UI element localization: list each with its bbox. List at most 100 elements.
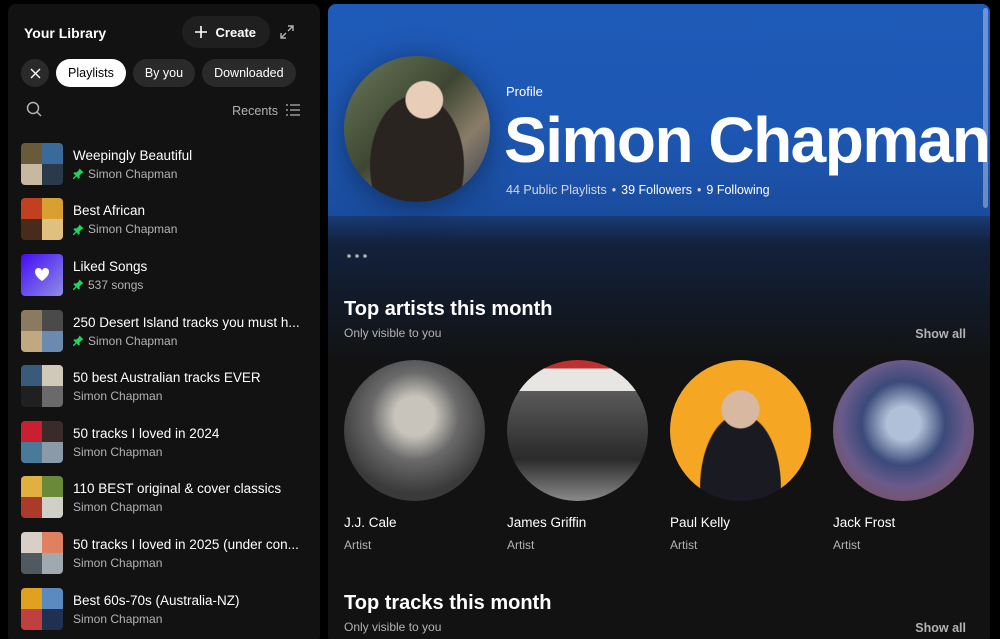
- artist-card[interactable]: Jack Frost Artist: [833, 360, 974, 552]
- library-item-subtitle-row: Simon Chapman: [73, 222, 309, 236]
- library-item[interactable]: Weepingly Beautiful Simon Chapman: [21, 136, 312, 192]
- sort-button[interactable]: Recents: [232, 103, 300, 119]
- library-item-subtitle: 537 songs: [88, 277, 144, 292]
- artist-type: Artist: [344, 538, 372, 552]
- library-item[interactable]: Liked Songs 537 songs: [21, 247, 312, 303]
- following-link[interactable]: 9 Following: [706, 183, 769, 197]
- list-icon: [286, 103, 300, 119]
- library-item-text: Best African Simon Chapman: [73, 202, 309, 236]
- profile-type-label: Profile: [506, 84, 543, 99]
- pin-icon: [73, 224, 84, 235]
- artist-type: Artist: [507, 538, 535, 552]
- library-item-subtitle: Simon Chapman: [88, 166, 178, 181]
- library-item[interactable]: 110 BEST original & cover classics Simon …: [21, 470, 312, 526]
- top-artists-show-all[interactable]: Show all: [915, 327, 966, 341]
- artist-name[interactable]: Jack Frost: [833, 515, 974, 530]
- library-item-title: 50 best Australian tracks EVER: [73, 370, 261, 386]
- profile-name[interactable]: Simon Chapman: [504, 102, 990, 178]
- top-tracks-show-all[interactable]: Show all: [915, 621, 966, 635]
- filter-chips: Playlists By you Downloaded: [21, 59, 296, 87]
- library-item-subtitle-row: Simon Chapman: [73, 500, 309, 514]
- stats-separator: •: [697, 183, 702, 197]
- heart-icon: [34, 268, 50, 282]
- library-item-subtitle-row: Simon Chapman: [73, 445, 309, 459]
- library-item[interactable]: 50 best Australian tracks EVER Simon Chap…: [21, 358, 312, 414]
- more-options-icon[interactable]: [346, 248, 368, 259]
- library-item-subtitle-row: Simon Chapman: [73, 167, 309, 181]
- library-item[interactable]: 50 tracks I loved in 2024 Simon Chapman: [21, 414, 312, 470]
- library-item-title: Best 60s-70s (Australia-NZ): [73, 592, 240, 608]
- artist-card[interactable]: Paul Kelly Artist: [670, 360, 811, 552]
- playlist-cover: [21, 587, 63, 630]
- expand-icon[interactable]: [280, 25, 294, 39]
- artist-name[interactable]: James Griffin: [507, 515, 648, 530]
- library-item-text: 50 best Australian tracks EVER Simon Chap…: [73, 369, 309, 403]
- library-item-text: Weepingly Beautiful Simon Chapman: [73, 147, 309, 181]
- top-artists-subtitle: Only visible to you: [344, 326, 442, 340]
- search-icon[interactable]: [26, 101, 42, 122]
- playlist-cover: [21, 309, 63, 352]
- filter-chip-by-you[interactable]: By you: [132, 59, 196, 87]
- library-item-subtitle-row: Simon Chapman: [73, 334, 309, 348]
- library-item-subtitle: Simon Chapman: [73, 500, 163, 515]
- artist-card[interactable]: J.J. Cale Artist: [344, 360, 485, 552]
- library-item-text: 110 BEST original & cover classics Simon …: [73, 480, 309, 514]
- artist-card[interactable]: James Griffin Artist: [507, 360, 648, 552]
- artist-name[interactable]: J.J. Cale: [344, 515, 485, 530]
- library-item-text: 250 Desert Island tracks you must h... Si…: [73, 314, 309, 348]
- artist-image[interactable]: [670, 360, 811, 501]
- library-item-title: Best African: [73, 203, 146, 219]
- library-item-title: 250 Desert Island tracks you must h...: [73, 314, 300, 330]
- pin-icon: [73, 168, 84, 180]
- library-item-subtitle-row: Simon Chapman: [73, 556, 309, 570]
- library-item-text: Best 60s-70s (Australia-NZ) Simon Chapman: [73, 592, 309, 626]
- library-item-title: 50 tracks I loved in 2024: [73, 425, 220, 441]
- library-item[interactable]: Best 60s-70s (Australia-NZ) Simon Chapman: [21, 581, 312, 637]
- pin-icon: [73, 335, 84, 347]
- top-tracks-subtitle: Only visible to you: [344, 620, 442, 634]
- stats-separator: •: [611, 183, 617, 197]
- liked-songs-cover: [21, 253, 63, 296]
- public-playlists-count: 44 Public Playlists: [506, 183, 607, 197]
- top-artists-title[interactable]: Top artists this month: [344, 298, 553, 321]
- playlist-cover: [21, 420, 63, 463]
- create-button[interactable]: Create: [181, 16, 270, 48]
- top-tracks-title[interactable]: Top tracks this month: [344, 592, 551, 615]
- library-item-subtitle: Simon Chapman: [73, 444, 163, 459]
- playlist-cover: [21, 365, 63, 408]
- library-item-text: 50 tracks I loved in 2025 (under con... S…: [73, 536, 309, 570]
- library-item[interactable]: 50 tracks I loved in 2025 (under con... S…: [21, 525, 312, 581]
- pin-icon: [73, 279, 84, 291]
- filter-chip-downloaded[interactable]: Downloaded: [202, 59, 296, 87]
- library-item-title: Liked Songs: [73, 258, 148, 274]
- playlist-cover: [21, 198, 63, 241]
- library-item-title: 50 tracks I loved in 2025 (under con...: [73, 536, 299, 552]
- artist-type: Artist: [833, 538, 861, 552]
- library-title[interactable]: Your Library: [24, 25, 106, 41]
- top-artists-row: J.J. Cale Artist James Griffin Artist Paul K…: [344, 360, 974, 552]
- playlist-cover: [21, 476, 63, 519]
- artist-image[interactable]: [344, 360, 485, 501]
- clear-filter-button[interactable]: [21, 59, 49, 87]
- playlist-cover: [21, 142, 63, 185]
- library-sidebar: Your Library Create Playlists By you Dow…: [8, 4, 320, 639]
- followers-link[interactable]: 39 Followers: [621, 183, 692, 197]
- artist-image[interactable]: [507, 360, 648, 501]
- library-item-title: Weepingly Beautiful: [73, 147, 193, 163]
- library-item-subtitle: Simon Chapman: [88, 222, 178, 237]
- artist-image[interactable]: [833, 360, 974, 501]
- library-item-subtitle: Simon Chapman: [73, 389, 163, 404]
- filter-chip-playlists[interactable]: Playlists: [56, 59, 126, 87]
- library-item-subtitle-row: Simon Chapman: [73, 389, 309, 403]
- profile-avatar[interactable]: [344, 56, 490, 202]
- library-item[interactable]: 250 Desert Island tracks you must h... Si…: [21, 303, 312, 359]
- artist-name[interactable]: Paul Kelly: [670, 515, 811, 530]
- library-item-title: 110 BEST original & cover classics: [73, 481, 282, 497]
- plus-icon: [194, 25, 208, 39]
- library-item[interactable]: Best African Simon Chapman: [21, 192, 312, 248]
- sort-label: Recents: [232, 104, 278, 118]
- library-header: Your Library Create: [24, 16, 308, 50]
- library-item-subtitle: Simon Chapman: [73, 611, 163, 626]
- library-list: Weepingly Beautiful Simon Chapman Best Afr…: [21, 136, 312, 636]
- library-item-subtitle: Simon Chapman: [73, 555, 163, 570]
